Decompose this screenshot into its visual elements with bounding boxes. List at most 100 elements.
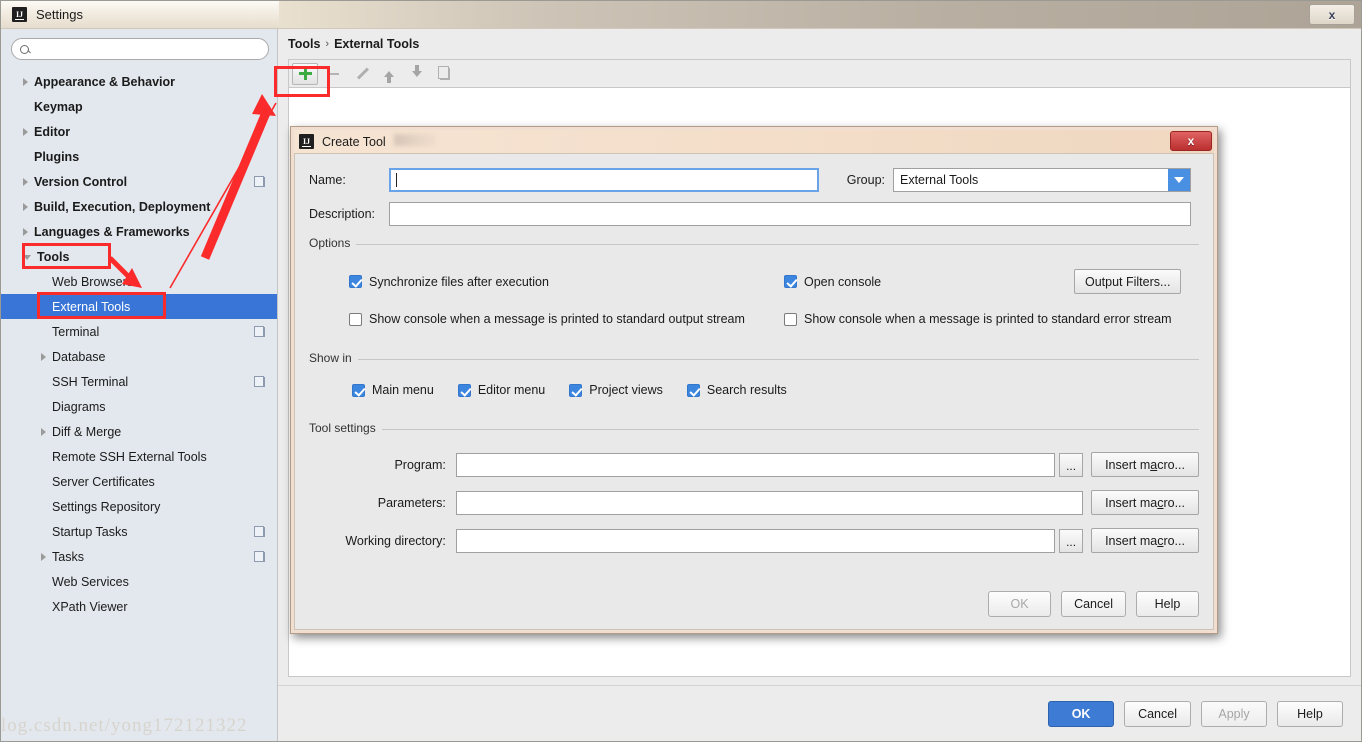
dialog-help-button[interactable]: Help — [1136, 591, 1199, 617]
program-browse-button[interactable]: ... — [1059, 452, 1084, 477]
chevron-right-icon[interactable] — [41, 352, 46, 361]
sidebar-item-editor[interactable]: Editor — [1, 119, 277, 144]
search-input[interactable] — [33, 41, 260, 57]
dialog-logo-text: IJ — [301, 136, 312, 147]
sidebar-item-xpath-viewer[interactable]: XPath Viewer — [1, 594, 277, 619]
chevron-down-icon[interactable] — [1168, 169, 1190, 191]
move-up-button[interactable] — [376, 63, 402, 85]
sync-files-checkbox[interactable]: Synchronize files after execution — [349, 275, 784, 289]
sidebar-item-label: Web Browsers — [52, 274, 134, 289]
show-console-stderr-checkbox[interactable]: Show console when a message is printed t… — [784, 312, 1172, 326]
text-caret — [396, 173, 397, 187]
sidebar-item-database[interactable]: Database — [1, 344, 277, 369]
chevron-right-icon[interactable] — [41, 427, 46, 436]
chevron-right-icon[interactable] — [23, 77, 28, 86]
settings-cancel-button[interactable]: Cancel — [1124, 700, 1191, 727]
settings-tree[interactable]: Appearance & Behavior Keymap Editor Plugins… — [1, 66, 277, 741]
sidebar-item-label: SSH Terminal — [52, 374, 129, 389]
add-button[interactable] — [292, 62, 318, 85]
sidebar-item-keymap[interactable]: Keymap — [1, 94, 277, 119]
sidebar-item-web-browsers[interactable]: Web Browsers — [1, 269, 277, 294]
checkbox-icon — [569, 383, 583, 397]
sidebar-item-label: Languages & Frameworks — [34, 224, 190, 239]
sidebar-item-settings-repository[interactable]: Settings Repository — [1, 494, 277, 519]
dialog-titlebar: IJ Create Tool x — [294, 130, 1214, 153]
copy-settings-icon[interactable] — [254, 325, 265, 337]
copy-settings-icon[interactable] — [254, 375, 265, 387]
sidebar-item-tasks[interactable]: Tasks — [1, 544, 277, 569]
description-input[interactable] — [389, 202, 1191, 226]
sidebar-item-terminal[interactable]: Terminal — [1, 319, 277, 344]
copy-settings-icon[interactable] — [254, 175, 265, 187]
program-input[interactable] — [455, 452, 1056, 477]
sidebar-item-ssh-terminal[interactable]: SSH Terminal — [1, 369, 277, 394]
sidebar-item-plugins[interactable]: Plugins — [1, 144, 277, 169]
show-console-stdout-checkbox[interactable]: Show console when a message is printed t… — [349, 312, 784, 326]
working-directory-browse-button[interactable]: ... — [1059, 528, 1084, 553]
working-directory-insert-macro-button[interactable]: Insert macro... — [1091, 528, 1199, 553]
sidebar-item-external-tools[interactable]: External Tools — [1, 294, 277, 319]
sidebar-item-label: Plugins — [34, 149, 80, 164]
search-box[interactable] — [11, 38, 269, 60]
breadcrumb-parent[interactable]: Tools — [288, 37, 320, 51]
move-down-button[interactable] — [404, 63, 430, 85]
working-directory-label: Working directory: — [345, 533, 446, 548]
window-title: Settings — [36, 7, 83, 22]
show-in-divider — [309, 359, 1199, 360]
chevron-down-icon[interactable] — [23, 255, 31, 260]
sidebar-item-startup-tasks[interactable]: Startup Tasks — [1, 519, 277, 544]
breadcrumb-separator-icon: › — [325, 38, 330, 50]
show-in-main-menu-checkbox[interactable]: Main menu — [352, 383, 434, 397]
sidebar-item-diff-merge[interactable]: Diff & Merge — [1, 419, 277, 444]
copy-settings-icon[interactable] — [254, 550, 265, 562]
chevron-right-icon[interactable] — [23, 127, 28, 136]
sidebar-item-build-execution-deployment[interactable]: Build, Execution, Deployment — [1, 194, 277, 219]
settings-help-button[interactable]: Help — [1277, 700, 1343, 727]
sidebar-item-diagrams[interactable]: Diagrams — [1, 394, 277, 419]
sidebar-item-languages-frameworks[interactable]: Languages & Frameworks — [1, 219, 277, 244]
group-combobox[interactable]: External Tools — [893, 168, 1191, 192]
edit-button[interactable] — [348, 63, 374, 85]
output-filters-button[interactable]: Output Filters... — [1074, 269, 1182, 294]
parameters-insert-macro-button[interactable]: Insert macro... — [1091, 490, 1199, 515]
show-in-project-views-checkbox[interactable]: Project views — [569, 383, 663, 397]
settings-ok-button[interactable]: OK — [1048, 700, 1115, 727]
copy-settings-icon[interactable] — [254, 525, 265, 537]
program-label: Program: — [394, 457, 446, 472]
sidebar-item-appearance-behavior[interactable]: Appearance & Behavior — [1, 69, 277, 94]
show-in-editor-menu-checkbox[interactable]: Editor menu — [457, 383, 545, 397]
chevron-right-icon[interactable] — [41, 552, 46, 561]
dialog-cancel-button[interactable]: Cancel — [1061, 591, 1126, 617]
name-input[interactable] — [389, 168, 819, 192]
dialog-title: Create Tool — [322, 134, 386, 149]
program-insert-macro-button[interactable]: Insert macro... — [1091, 452, 1199, 477]
checkbox-icon — [784, 312, 797, 326]
settings-apply-button: Apply — [1201, 700, 1267, 727]
dialog-close-button[interactable]: x — [1170, 131, 1212, 151]
sidebar-item-web-services[interactable]: Web Services — [1, 569, 277, 594]
tool-settings-group: Tool settings — [309, 421, 1199, 435]
parameters-input[interactable] — [455, 490, 1084, 515]
open-console-label: Open console — [804, 274, 882, 289]
sidebar-item-version-control[interactable]: Version Control — [1, 169, 277, 194]
sidebar-item-remote-ssh-external-tools[interactable]: Remote SSH External Tools — [1, 444, 277, 469]
external-tools-toolbar — [288, 59, 1351, 87]
show-in-item-label: Search results — [706, 383, 787, 397]
copy-button[interactable] — [432, 63, 458, 85]
show-in-legend: Show in — [309, 351, 358, 365]
window-close-button[interactable]: x — [1309, 4, 1355, 25]
show-in-row: Main menu Editor menu Project views Search … — [309, 383, 1199, 397]
chevron-right-icon[interactable] — [23, 177, 28, 186]
sidebar-item-tools[interactable]: Tools — [1, 244, 277, 269]
chevron-right-icon[interactable] — [23, 227, 28, 236]
logo-text: IJ — [14, 9, 25, 20]
remove-button[interactable] — [320, 63, 346, 85]
working-directory-input[interactable] — [455, 528, 1056, 553]
tool-settings-legend: Tool settings — [309, 421, 382, 435]
open-console-checkbox[interactable]: Open console — [784, 275, 1074, 289]
show-in-search-results-checkbox[interactable]: Search results — [686, 383, 787, 397]
parameters-label: Parameters: — [377, 495, 446, 510]
sidebar-item-label: Settings Repository — [52, 499, 161, 514]
sidebar-item-server-certificates[interactable]: Server Certificates — [1, 469, 277, 494]
chevron-right-icon[interactable] — [23, 202, 28, 211]
